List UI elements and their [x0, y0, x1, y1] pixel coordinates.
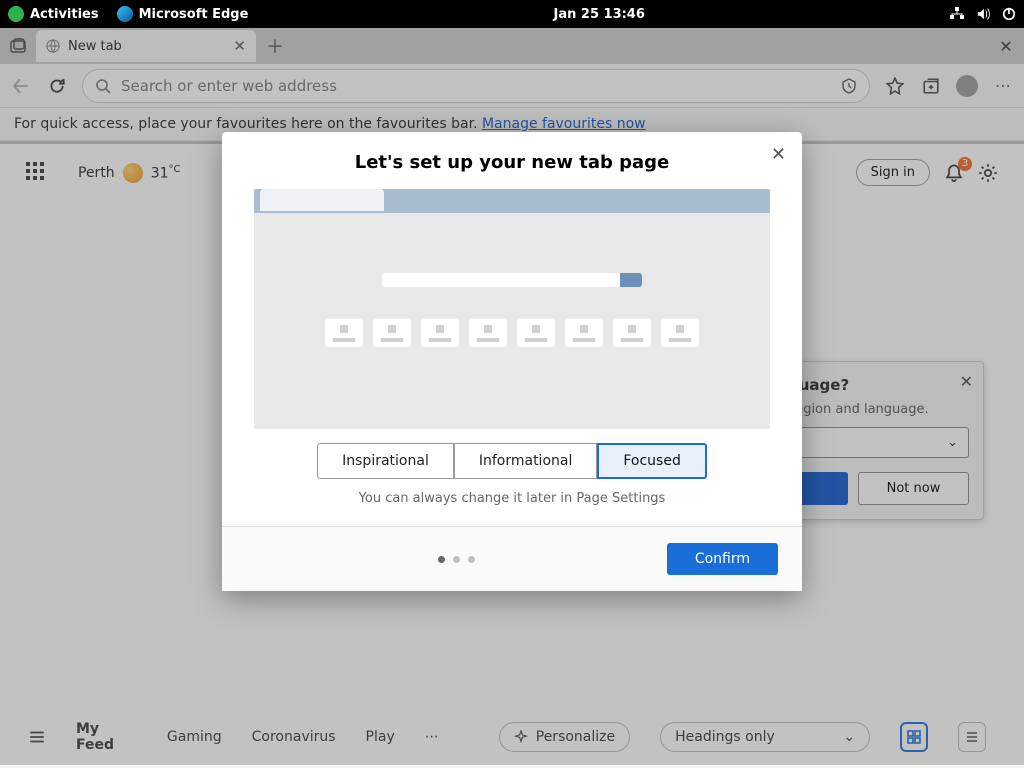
layout-option-focused[interactable]: Focused: [597, 443, 706, 479]
volume-icon[interactable]: [976, 7, 990, 21]
gnome-top-bar: Activities Microsoft Edge Jan 25 13:46: [0, 0, 1024, 28]
modal-hint: You can always change it later in Page S…: [222, 487, 802, 526]
activities-label: Activities: [30, 7, 99, 22]
setup-modal: ✕ Let's set up your new tab page Inspira…: [222, 132, 802, 591]
layout-preview: [254, 189, 770, 429]
network-icon[interactable]: [950, 7, 964, 21]
modal-title: Let's set up your new tab page: [222, 132, 802, 189]
gnome-clock[interactable]: Jan 25 13:46: [248, 7, 950, 22]
modal-close-button[interactable]: ✕: [771, 144, 786, 165]
layout-segmented-control: Inspirational Informational Focused: [222, 443, 802, 479]
edge-icon: [117, 6, 133, 22]
app-menu[interactable]: Microsoft Edge: [117, 6, 249, 22]
modal-step-dots: [246, 556, 667, 563]
layout-option-inspirational[interactable]: Inspirational: [317, 443, 454, 479]
confirm-button[interactable]: Confirm: [667, 543, 778, 575]
app-label: Microsoft Edge: [139, 7, 249, 22]
layout-option-informational[interactable]: Informational: [454, 443, 598, 479]
activities-button[interactable]: Activities: [8, 6, 99, 22]
activities-icon: [8, 6, 24, 22]
modal-backdrop-top: [0, 28, 1024, 144]
power-icon[interactable]: [1002, 7, 1016, 21]
